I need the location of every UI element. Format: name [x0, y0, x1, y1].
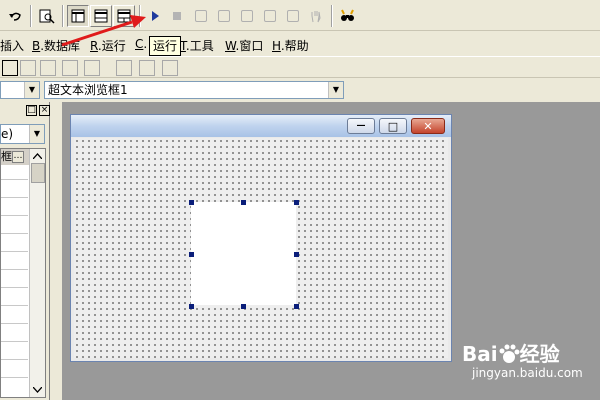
grid-row-divider: [1, 287, 28, 288]
grid-row-divider: [1, 233, 28, 234]
align-left-icon[interactable]: [2, 60, 18, 76]
dropdown-arrow-icon[interactable]: ▼: [328, 82, 343, 98]
resize-handle[interactable]: [189, 200, 194, 205]
alignment-toolbar: [0, 56, 600, 78]
scroll-down-icon[interactable]: [33, 387, 42, 393]
scroll-thumb[interactable]: [31, 163, 45, 183]
resize-handle[interactable]: [189, 304, 194, 309]
resize-handle[interactable]: [189, 252, 194, 257]
resize-handle[interactable]: [241, 304, 246, 309]
panel-close-icon[interactable]: ×: [39, 105, 50, 116]
form-title-bar[interactable]: — □ ✕: [71, 115, 451, 137]
vertical-spacing-icon: [139, 60, 155, 76]
resize-handle[interactable]: [294, 200, 299, 205]
maximize-icon: □: [387, 119, 399, 133]
close-icon: ✕: [423, 119, 433, 133]
grid-row-divider: [1, 179, 28, 180]
panel-header: □ ×: [0, 102, 50, 118]
grid-row-divider: [1, 269, 28, 270]
component-select[interactable]: 超文本浏览框1 ▼: [44, 81, 344, 99]
align-center-icon: [40, 60, 56, 76]
baidu-jingyan-watermark: Bai 经验 jingyan.baidu.com: [462, 330, 598, 388]
resize-handle[interactable]: [294, 252, 299, 257]
grid-row-divider: [1, 377, 28, 378]
close-button[interactable]: ✕: [411, 118, 445, 134]
same-width-icon: [62, 60, 78, 76]
panel-restore-icon[interactable]: □: [26, 105, 37, 116]
watermark-brand-cn: 经验: [519, 342, 560, 366]
annotation-arrow: [61, 15, 146, 47]
property-object-combo[interactable]: e) ▼: [0, 124, 45, 144]
paw-logo-icon: [499, 344, 520, 363]
object-type-combo[interactable]: ▼: [0, 81, 40, 99]
property-panel: □ × e) ▼ 框1 …: [0, 102, 50, 400]
grid-row-divider: [1, 197, 28, 198]
watermark-url: jingyan.baidu.com: [472, 366, 583, 380]
minimize-icon: —: [356, 121, 366, 131]
property-grid[interactable]: 框1 …: [0, 148, 46, 398]
run-tooltip: 运行: [149, 36, 182, 56]
scroll-up-icon[interactable]: [33, 153, 42, 159]
watermark-brand: Bai: [462, 342, 498, 366]
minimize-button[interactable]: —: [347, 118, 375, 134]
horizontal-spacing-icon: [116, 60, 132, 76]
dropdown-arrow-icon[interactable]: ▼: [24, 82, 39, 98]
ellipsis-button[interactable]: …: [12, 151, 24, 163]
grid-row-divider: [1, 323, 28, 324]
grid-row-divider: [1, 251, 28, 252]
property-scrollbar[interactable]: [29, 149, 45, 397]
align-top-icon: [20, 60, 36, 76]
resize-handle[interactable]: [294, 304, 299, 309]
grid-row-divider: [1, 341, 28, 342]
grid-row-divider: [1, 215, 28, 216]
same-height-icon: [84, 60, 100, 76]
form-window[interactable]: — □ ✕: [70, 114, 452, 362]
form-client-area[interactable]: [74, 138, 448, 358]
dropdown-arrow-icon[interactable]: ▼: [29, 125, 44, 143]
center-in-form-icon: [162, 60, 178, 76]
resize-handle[interactable]: [241, 200, 246, 205]
hypertext-browser-component[interactable]: [191, 202, 296, 305]
grid-row-divider: [1, 359, 28, 360]
maximize-button[interactable]: □: [379, 118, 407, 134]
grid-row-divider: [1, 305, 28, 306]
selector-row: ▼ 超文本浏览框1 ▼: [0, 79, 600, 101]
